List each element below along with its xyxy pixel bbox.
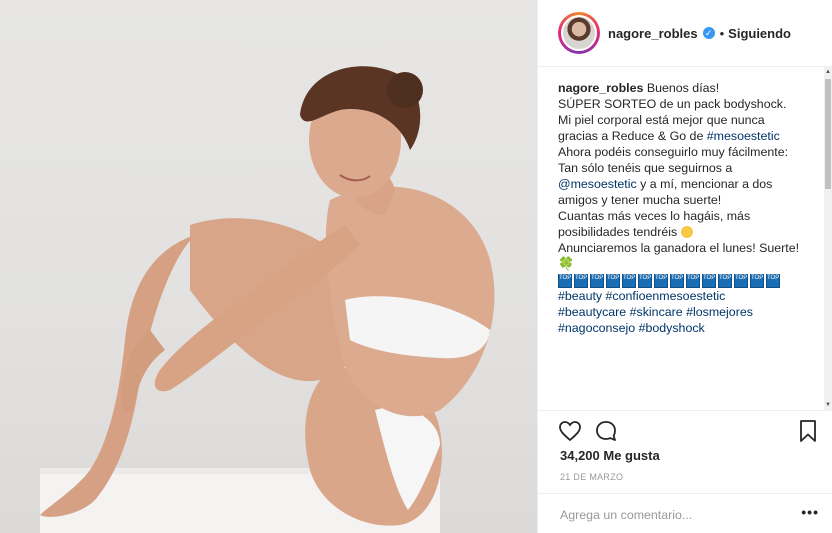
caption-line-10: Anunciaremos la ganadora el lunes! Suert…	[558, 241, 800, 255]
top-emoji-icon: TOP	[574, 274, 588, 288]
likes-count[interactable]: 34,200 Me gusta	[560, 448, 660, 463]
top-emoji-icon: TOP	[558, 274, 572, 288]
caption-line-7: amigos y tener mucha suerte!	[558, 193, 722, 207]
hashtags-line-2[interactable]: #beautycare #skincare #losmejores	[558, 304, 820, 320]
scroll-thumb[interactable]	[825, 79, 831, 189]
photo-illustration	[40, 66, 495, 533]
clover-emoji-icon: 🍀	[558, 256, 575, 271]
top-emoji-icon: TOP	[750, 274, 764, 288]
top-emoji-icon: TOP	[734, 274, 748, 288]
bookmark-icon[interactable]	[796, 419, 820, 443]
top-emoji-label: TOP	[719, 275, 732, 281]
top-emoji-label: TOP	[591, 275, 604, 281]
top-emoji-label: TOP	[767, 275, 780, 281]
caption-line-9: posibilidades tendréis	[558, 225, 678, 239]
comment-input[interactable]: Agrega un comentario...	[560, 508, 692, 522]
caption-username[interactable]: nagore_robles	[558, 81, 643, 95]
caption-line-6: y a mí, mencionar a dos	[640, 177, 773, 191]
hashtag-mesoestetic[interactable]: #mesoestetic	[707, 129, 780, 143]
action-bar	[538, 410, 832, 450]
top-emoji-icon: TOP	[590, 274, 604, 288]
top-emoji-label: TOP	[623, 275, 636, 281]
smile-emoji-icon	[680, 226, 693, 238]
separator-dot: •	[719, 25, 725, 41]
top-emoji-label: TOP	[751, 275, 764, 281]
more-options-icon[interactable]: •••	[801, 504, 819, 520]
top-emoji-label: TOP	[655, 275, 668, 281]
caption-scrollbar[interactable]: ▲ ▼	[824, 67, 832, 410]
avatar-image	[561, 15, 597, 51]
top-emoji-label: TOP	[639, 275, 652, 281]
hashtags-line-1[interactable]: #beauty #confioenmesoestetic	[558, 288, 820, 304]
caption-line-1: SÚPER SORTEO de un pack bodyshock.	[558, 97, 787, 111]
top-emoji-icon: TOP	[670, 274, 684, 288]
top-emoji-icon: TOP	[638, 274, 652, 288]
top-emoji-icon: TOP	[718, 274, 732, 288]
caption: nagore_robles Buenos días! SÚPER SORTEO …	[558, 80, 820, 405]
comment-icon[interactable]	[594, 419, 618, 443]
caption-line-5: Tan sólo tenéis que seguirnos a	[558, 161, 733, 175]
top-emoji-row: TOP TOP TOP TOP TOP TOP TOP TOP TOP TOP …	[558, 274, 788, 288]
top-emoji-label: TOP	[607, 275, 620, 281]
comment-bar: Agrega un comentario... •••	[538, 493, 832, 533]
username-link[interactable]: nagore_robles	[608, 26, 698, 41]
top-emoji-label: TOP	[559, 275, 572, 281]
top-emoji-label: TOP	[671, 275, 684, 281]
top-emoji-icon: TOP	[686, 274, 700, 288]
post-date[interactable]: 21 DE MARZO	[560, 472, 623, 482]
top-emoji-icon: TOP	[606, 274, 620, 288]
scroll-down-icon[interactable]: ▼	[825, 402, 831, 408]
top-emoji-label: TOP	[687, 275, 700, 281]
heart-icon[interactable]	[558, 419, 582, 443]
caption-line-0: Buenos días!	[646, 81, 720, 95]
caption-line-4: Ahora podéis conseguirlo muy fácilmente:	[558, 145, 789, 159]
hashtags-line-3[interactable]: #nagoconsejo #bodyshock	[558, 320, 820, 336]
top-emoji-icon: TOP	[622, 274, 636, 288]
top-emoji-icon: TOP	[766, 274, 780, 288]
post-sidebar: nagore_robles ✓ • Siguiendo nagore_roble…	[537, 0, 832, 533]
post-header: nagore_robles ✓ • Siguiendo	[538, 0, 832, 67]
verified-badge-icon: ✓	[702, 27, 715, 39]
scroll-up-icon[interactable]: ▲	[825, 69, 831, 75]
avatar[interactable]	[558, 12, 600, 54]
caption-line-8: Cuantas más veces lo hagáis, más	[558, 209, 751, 223]
top-emoji-label: TOP	[575, 275, 588, 281]
following-button[interactable]: Siguiendo	[728, 26, 791, 41]
top-emoji-label: TOP	[735, 275, 748, 281]
top-emoji-icon: TOP	[654, 274, 668, 288]
top-emoji-icon: TOP	[702, 274, 716, 288]
caption-line-3: gracias a Reduce & Go de	[558, 129, 707, 143]
hair-bun	[387, 72, 423, 108]
top-emoji-label: TOP	[703, 275, 716, 281]
caption-line-2: Mi piel corporal está mejor que nunca	[558, 113, 765, 127]
mention-mesoestetic[interactable]: @mesoestetic	[558, 177, 637, 191]
post-photo[interactable]	[0, 0, 537, 533]
